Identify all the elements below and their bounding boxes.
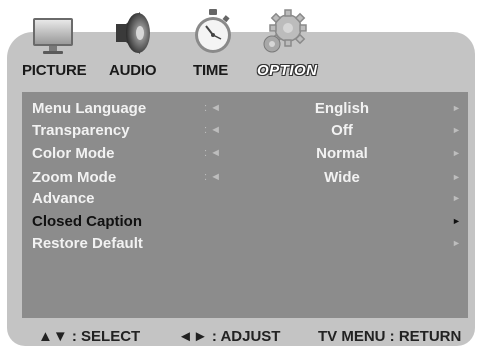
left-arrow-icon[interactable]: : ◄ bbox=[204, 171, 221, 183]
right-arrow-icon[interactable]: ► bbox=[452, 238, 461, 248]
menu-item-label: Color Mode bbox=[32, 145, 115, 162]
menu-item-restore-default[interactable]: Restore Default ► bbox=[22, 233, 468, 255]
return-hint: TV MENU : RETURN bbox=[318, 328, 462, 345]
menu-item-label: Advance bbox=[32, 190, 95, 207]
speaker-icon[interactable] bbox=[110, 8, 154, 58]
menu-tabs: PICTURE AUDIO TIME OPTION bbox=[0, 62, 480, 84]
menu-item-color-mode[interactable]: Color Mode : ◄ Normal ► bbox=[22, 143, 468, 165]
menu-item-transparency[interactable]: Transparency : ◄ Off ► bbox=[22, 120, 468, 142]
right-arrow-icon[interactable]: ► bbox=[452, 125, 461, 135]
menu-item-label: Menu Language bbox=[32, 100, 147, 117]
stopwatch-icon[interactable] bbox=[192, 8, 234, 56]
gear-icon[interactable] bbox=[258, 6, 310, 58]
right-arrow-icon[interactable]: ► bbox=[452, 216, 461, 226]
menu-item-closed-caption[interactable]: Closed Caption ► bbox=[22, 211, 468, 233]
menu-item-label: Transparency bbox=[32, 122, 130, 139]
tab-option[interactable]: OPTION bbox=[257, 62, 318, 79]
menu-icon-bar bbox=[0, 0, 480, 62]
menu-item-label: Zoom Mode bbox=[32, 169, 117, 186]
right-arrow-icon[interactable]: ► bbox=[452, 193, 461, 203]
menu-item-value: Off bbox=[331, 122, 353, 139]
left-arrow-icon[interactable]: : ◄ bbox=[204, 102, 221, 114]
menu-item-label: Restore Default bbox=[32, 235, 143, 252]
tab-audio[interactable]: AUDIO bbox=[109, 62, 157, 79]
select-hint: ▲▼ : SELECT bbox=[38, 328, 141, 345]
monitor-icon[interactable] bbox=[32, 16, 74, 56]
menu-item-value: Normal bbox=[316, 145, 368, 162]
menu-item-menu-language[interactable]: Menu Language : ◄ English ► bbox=[22, 98, 468, 120]
right-arrow-icon[interactable]: ► bbox=[452, 103, 461, 113]
menu-item-zoom-mode[interactable]: Zoom Mode : ◄ Wide ► bbox=[22, 167, 468, 189]
tab-picture[interactable]: PICTURE bbox=[22, 62, 87, 79]
menu-item-value: English bbox=[314, 100, 370, 117]
tab-time[interactable]: TIME bbox=[193, 62, 228, 79]
menu-item-label: Closed Caption bbox=[32, 213, 143, 230]
left-arrow-icon[interactable]: : ◄ bbox=[204, 124, 221, 136]
menu-item-value: Wide bbox=[324, 169, 360, 186]
left-arrow-icon[interactable]: : ◄ bbox=[204, 147, 221, 159]
menu-item-advance[interactable]: Advance ► bbox=[22, 188, 468, 210]
right-arrow-icon[interactable]: ► bbox=[452, 172, 461, 182]
adjust-hint: ◄► : ADJUST bbox=[178, 328, 281, 345]
right-arrow-icon[interactable]: ► bbox=[452, 148, 461, 158]
option-menu-panel: Menu Language : ◄ English ► Transparency… bbox=[22, 92, 468, 318]
help-footer: ▲▼ : SELECT ◄► : ADJUST TV MENU : RETURN bbox=[0, 326, 480, 346]
